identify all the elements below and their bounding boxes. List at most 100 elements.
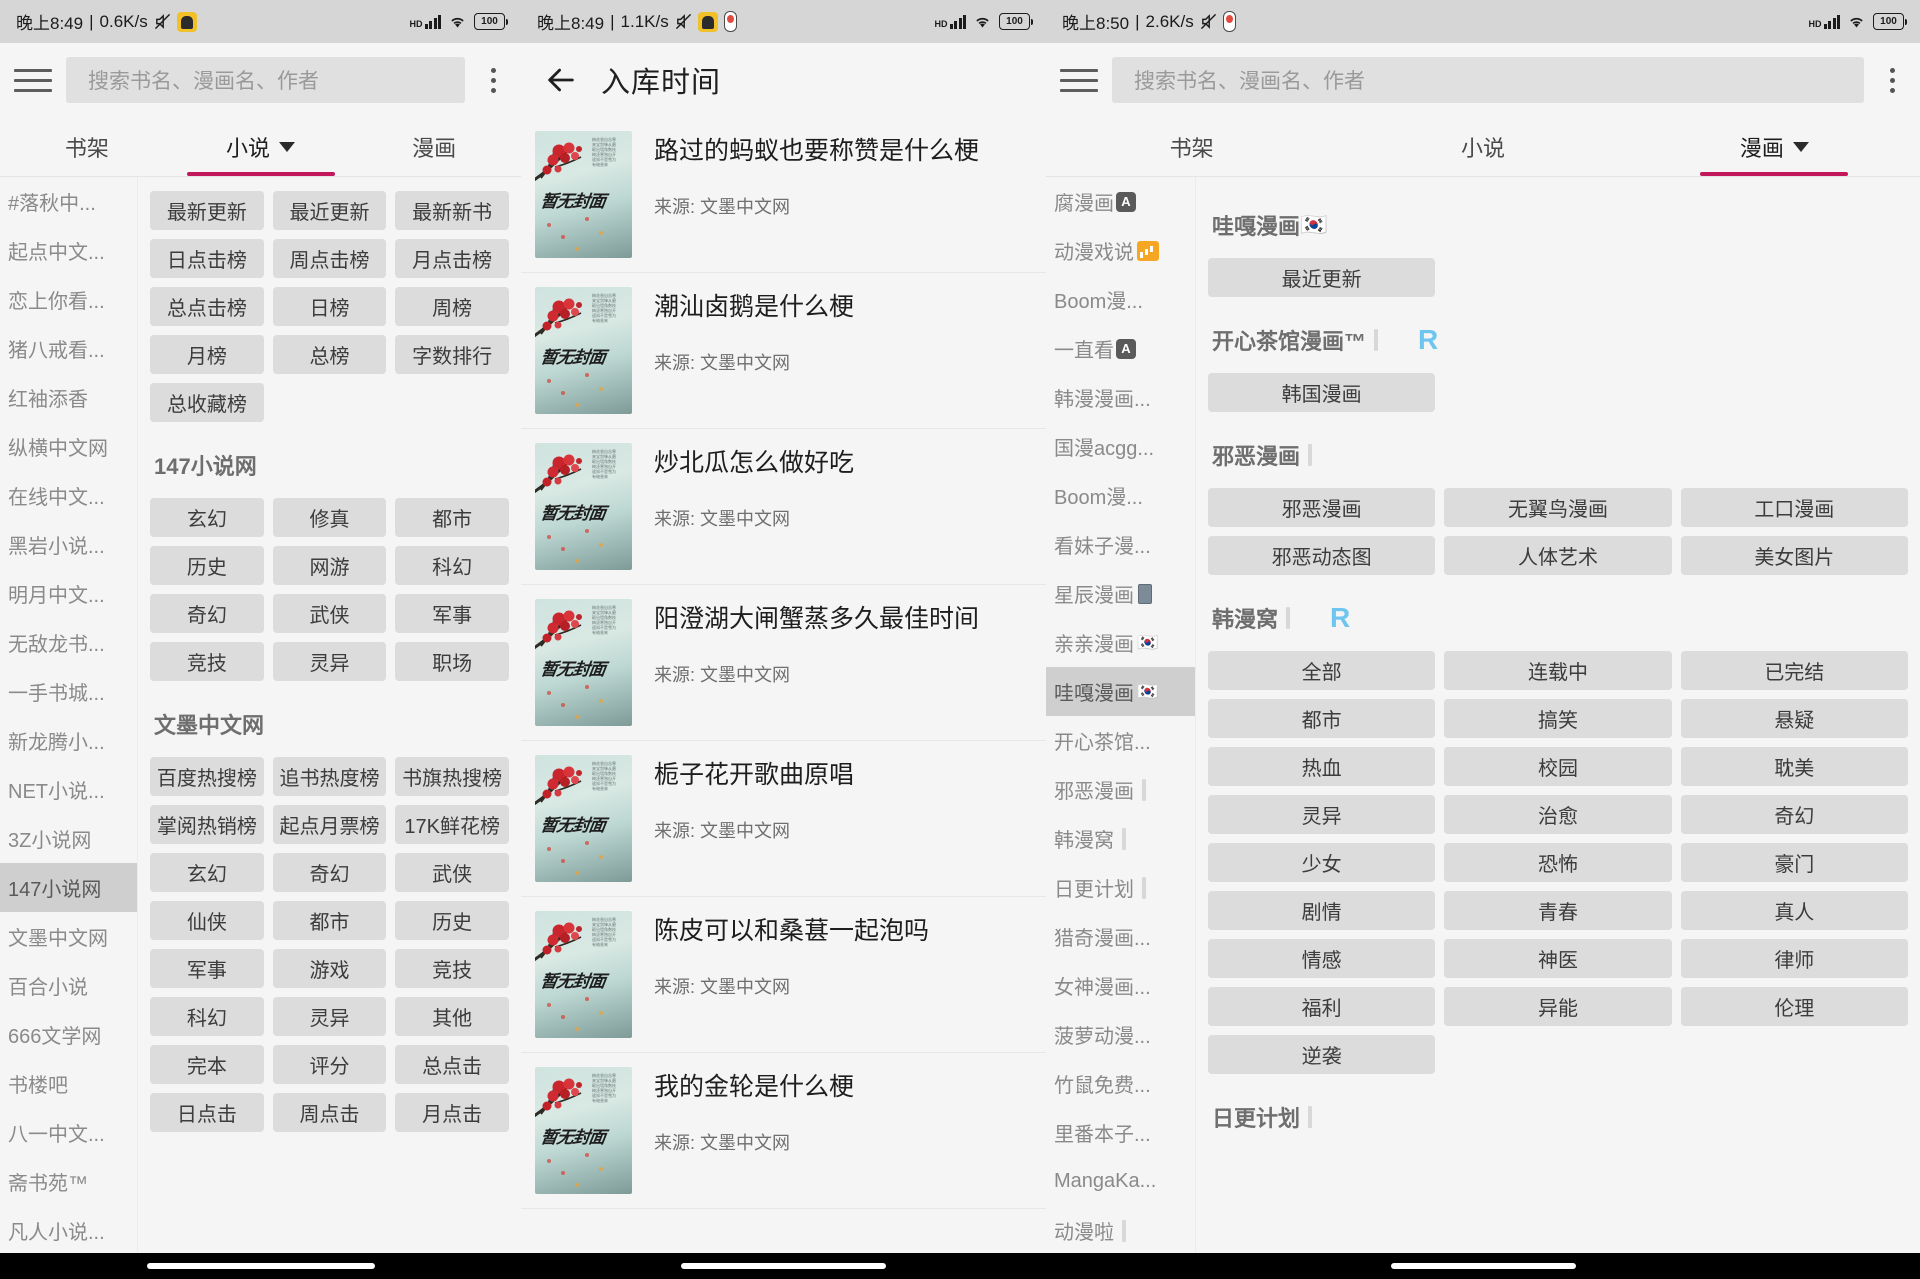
sidebar-item[interactable]: 明月中文... — [0, 569, 137, 618]
tag-button[interactable]: 日点击榜 — [150, 239, 264, 278]
tag-button[interactable]: 职场 — [395, 642, 509, 681]
tag-button[interactable]: 都市 — [395, 498, 509, 537]
sidebar-item[interactable]: 韩漫窝 — [1046, 814, 1195, 863]
tag-button[interactable]: 总收藏榜 — [150, 383, 264, 422]
tag-button[interactable]: 最近更新 — [1208, 258, 1436, 297]
home-indicator[interactable] — [1390, 1263, 1576, 1269]
sidebar-item[interactable]: Boom漫... — [1046, 471, 1195, 520]
tag-button[interactable]: 福利 — [1208, 987, 1436, 1026]
tag-button[interactable]: 周榜 — [395, 287, 509, 326]
tag-button[interactable]: 周点击榜 — [272, 239, 387, 278]
menu-icon[interactable] — [1060, 65, 1098, 95]
tag-button[interactable]: 伦理 — [1680, 987, 1908, 1026]
tag-button[interactable]: 连载中 — [1444, 651, 1672, 690]
tag-button[interactable]: 其他 — [395, 997, 509, 1036]
tag-button[interactable]: 玄幻 — [150, 853, 264, 892]
tag-button[interactable]: 17K鲜花榜 — [395, 805, 509, 844]
tag-button[interactable]: 修真 — [272, 498, 387, 537]
tag-button[interactable]: 最新更新 — [150, 191, 264, 230]
tag-button[interactable]: 韩国漫画 — [1208, 373, 1436, 412]
sidebar-item[interactable]: 国漫acgg... — [1046, 422, 1195, 471]
sidebar-item[interactable]: 红袖添香 — [0, 373, 137, 422]
tag-button[interactable]: 奇幻 — [150, 594, 264, 633]
tag-button[interactable]: 最新新书 — [395, 191, 509, 230]
tag-button[interactable]: 全部 — [1208, 651, 1436, 690]
sidebar-item[interactable]: 在线中文... — [0, 471, 137, 520]
search-input[interactable]: 搜索书名、漫画名、作者 — [1112, 57, 1864, 103]
sidebar-item[interactable]: 666文学网 — [0, 1010, 137, 1059]
tag-button[interactable]: 月点击 — [395, 1093, 509, 1132]
tag-button[interactable]: 邪恶漫画 — [1208, 488, 1436, 527]
tag-button[interactable]: 总点击榜 — [150, 287, 264, 326]
sidebar-item[interactable]: 哇嘎漫画 🇰🇷 — [1046, 667, 1195, 716]
tag-button[interactable]: 灵异 — [272, 642, 387, 681]
tag-button[interactable]: 科幻 — [395, 546, 509, 585]
tag-button[interactable]: 邪恶动态图 — [1208, 536, 1436, 575]
tag-button[interactable]: 豪门 — [1680, 843, 1908, 882]
sidebar-item[interactable]: 开心茶馆... — [1046, 716, 1195, 765]
sidebar-item[interactable]: 猎奇漫画... — [1046, 912, 1195, 961]
tag-button[interactable]: 剧情 — [1208, 891, 1436, 930]
sidebar-item[interactable]: 邪恶漫画 — [1046, 765, 1195, 814]
search-input[interactable]: 搜索书名、漫画名、作者 — [66, 57, 465, 103]
sidebar-item[interactable]: 里番本子... — [1046, 1108, 1195, 1157]
tag-button[interactable]: 武侠 — [395, 853, 509, 892]
tag-button[interactable]: 恐怖 — [1444, 843, 1672, 882]
tag-button[interactable]: 仙侠 — [150, 901, 264, 940]
tab-novel[interactable]: 小说 — [1337, 117, 1628, 176]
tag-button[interactable]: 月点击榜 — [395, 239, 509, 278]
sidebar-item[interactable]: 新龙腾小... — [0, 716, 137, 765]
tag-button[interactable]: 都市 — [1208, 699, 1436, 738]
overflow-menu-icon[interactable] — [479, 60, 507, 100]
sidebar-item[interactable]: 3Z小说网 — [0, 814, 137, 863]
source-sidebar-panel1[interactable]: #落秋中... 起点中文... 恋上你看... 猪八戒看... 红袖添香 纵横中文网 在线中… — [0, 177, 138, 1279]
tag-button[interactable]: 竞技 — [150, 642, 264, 681]
tag-button[interactable]: 历史 — [150, 546, 264, 585]
arrow-left-icon[interactable] — [535, 54, 587, 106]
tag-button[interactable]: 军事 — [150, 949, 264, 988]
sidebar-item[interactable]: 看妹子漫... — [1046, 520, 1195, 569]
tag-button[interactable]: 武侠 — [272, 594, 387, 633]
tag-button[interactable]: 科幻 — [150, 997, 264, 1036]
sidebar-item[interactable]: 文墨中文网 — [0, 912, 137, 961]
sidebar-item[interactable]: 黑岩小说... — [0, 520, 137, 569]
tag-button[interactable]: 灵异 — [272, 997, 387, 1036]
sidebar-item[interactable]: Boom漫... — [1046, 275, 1195, 324]
tag-button[interactable]: 逆袭 — [1208, 1035, 1436, 1074]
book-list-item[interactable]: 梅花香自苦寒来宝剑锋从磨砺出墙角数枝梅凌寒独自开遥知不是雪为有暗香来 暂无封面 阳澄… — [521, 585, 1046, 741]
tab-comic[interactable]: 漫画 — [347, 117, 521, 176]
sidebar-item[interactable]: 菠萝动漫... — [1046, 1010, 1195, 1059]
tag-button[interactable]: 奇幻 — [1680, 795, 1908, 834]
sidebar-item[interactable]: 星辰漫画 — [1046, 569, 1195, 618]
tag-button[interactable]: 起点月票榜 — [272, 805, 387, 844]
sidebar-item[interactable]: 起点中文... — [0, 226, 137, 275]
tag-button[interactable]: 情感 — [1208, 939, 1436, 978]
tag-button[interactable]: 神医 — [1444, 939, 1672, 978]
tag-button[interactable]: 搞笑 — [1444, 699, 1672, 738]
tag-button[interactable]: 日榜 — [272, 287, 387, 326]
sidebar-item[interactable]: 书楼吧 — [0, 1059, 137, 1108]
tag-button[interactable]: 青春 — [1444, 891, 1672, 930]
sidebar-item[interactable]: 斋书苑™ — [0, 1157, 137, 1206]
book-list-item[interactable]: 梅花香自苦寒来宝剑锋从磨砺出墙角数枝梅凌寒独自开遥知不是雪为有暗香来 暂无封面 我的… — [521, 1053, 1046, 1209]
sidebar-item[interactable]: 147小说网 — [0, 863, 137, 912]
sidebar-item[interactable]: 日更计划 — [1046, 863, 1195, 912]
sidebar-item[interactable]: 凡人小说... — [0, 1206, 137, 1255]
tag-button[interactable]: 游戏 — [272, 949, 387, 988]
tag-button[interactable]: 奇幻 — [272, 853, 387, 892]
tag-button[interactable]: 工口漫画 — [1680, 488, 1908, 527]
tag-button[interactable]: 耽美 — [1680, 747, 1908, 786]
tag-button[interactable]: 字数排行 — [395, 335, 509, 374]
tag-button[interactable]: 玄幻 — [150, 498, 264, 537]
tab-comic[interactable]: 漫画 — [1629, 117, 1920, 176]
sidebar-item[interactable]: 纵横中文网 — [0, 422, 137, 471]
tag-button[interactable]: 追书热度榜 — [272, 757, 387, 796]
sidebar-item[interactable]: 动漫啦 — [1046, 1206, 1195, 1255]
book-list-item[interactable]: 梅花香自苦寒来宝剑锋从磨砺出墙角数枝梅凌寒独自开遥知不是雪为有暗香来 暂无封面 潮汕… — [521, 273, 1046, 429]
tag-button[interactable]: 少女 — [1208, 843, 1436, 882]
tag-button[interactable]: 异能 — [1444, 987, 1672, 1026]
tag-button[interactable]: 完本 — [150, 1045, 264, 1084]
overflow-menu-icon[interactable] — [1878, 60, 1906, 100]
sidebar-item[interactable]: 猪八戒看... — [0, 324, 137, 373]
home-indicator[interactable] — [681, 1263, 886, 1269]
